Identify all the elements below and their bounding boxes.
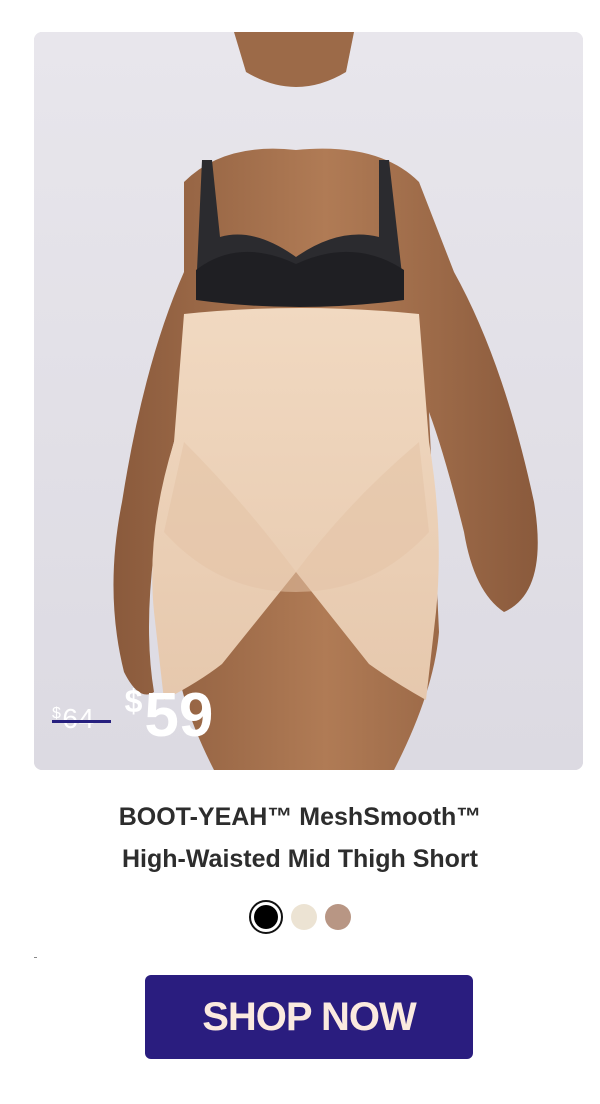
sale-price-currency: $ — [124, 683, 143, 719]
color-swatches — [0, 900, 600, 934]
product-image[interactable]: $ 64 $ 59 — [34, 32, 583, 770]
product-title-line-2: High-Waisted Mid Thigh Short — [122, 845, 478, 873]
sale-price-amount: 59 — [144, 681, 214, 750]
original-price: $ 64 — [52, 703, 111, 734]
shop-now-button[interactable]: SHOP NOW — [145, 975, 473, 1059]
product-title[interactable]: BOOT-YEAH™ MeshSmooth™ High-Waisted Mid … — [0, 796, 600, 880]
original-price-amount: 64 — [62, 703, 95, 734]
price-block: $ 64 $ 59 — [52, 680, 213, 760]
sale-price: $ 59 — [125, 680, 214, 752]
divider-mark — [34, 957, 37, 958]
strikethrough-line — [52, 720, 111, 723]
swatch-mocha[interactable] — [325, 904, 351, 930]
product-title-line-1: BOOT-YEAH™ MeshSmooth™ — [118, 803, 482, 831]
swatch-black[interactable] — [249, 900, 283, 934]
product-photo-illustration — [34, 32, 583, 770]
swatch-nude[interactable] — [291, 904, 317, 930]
